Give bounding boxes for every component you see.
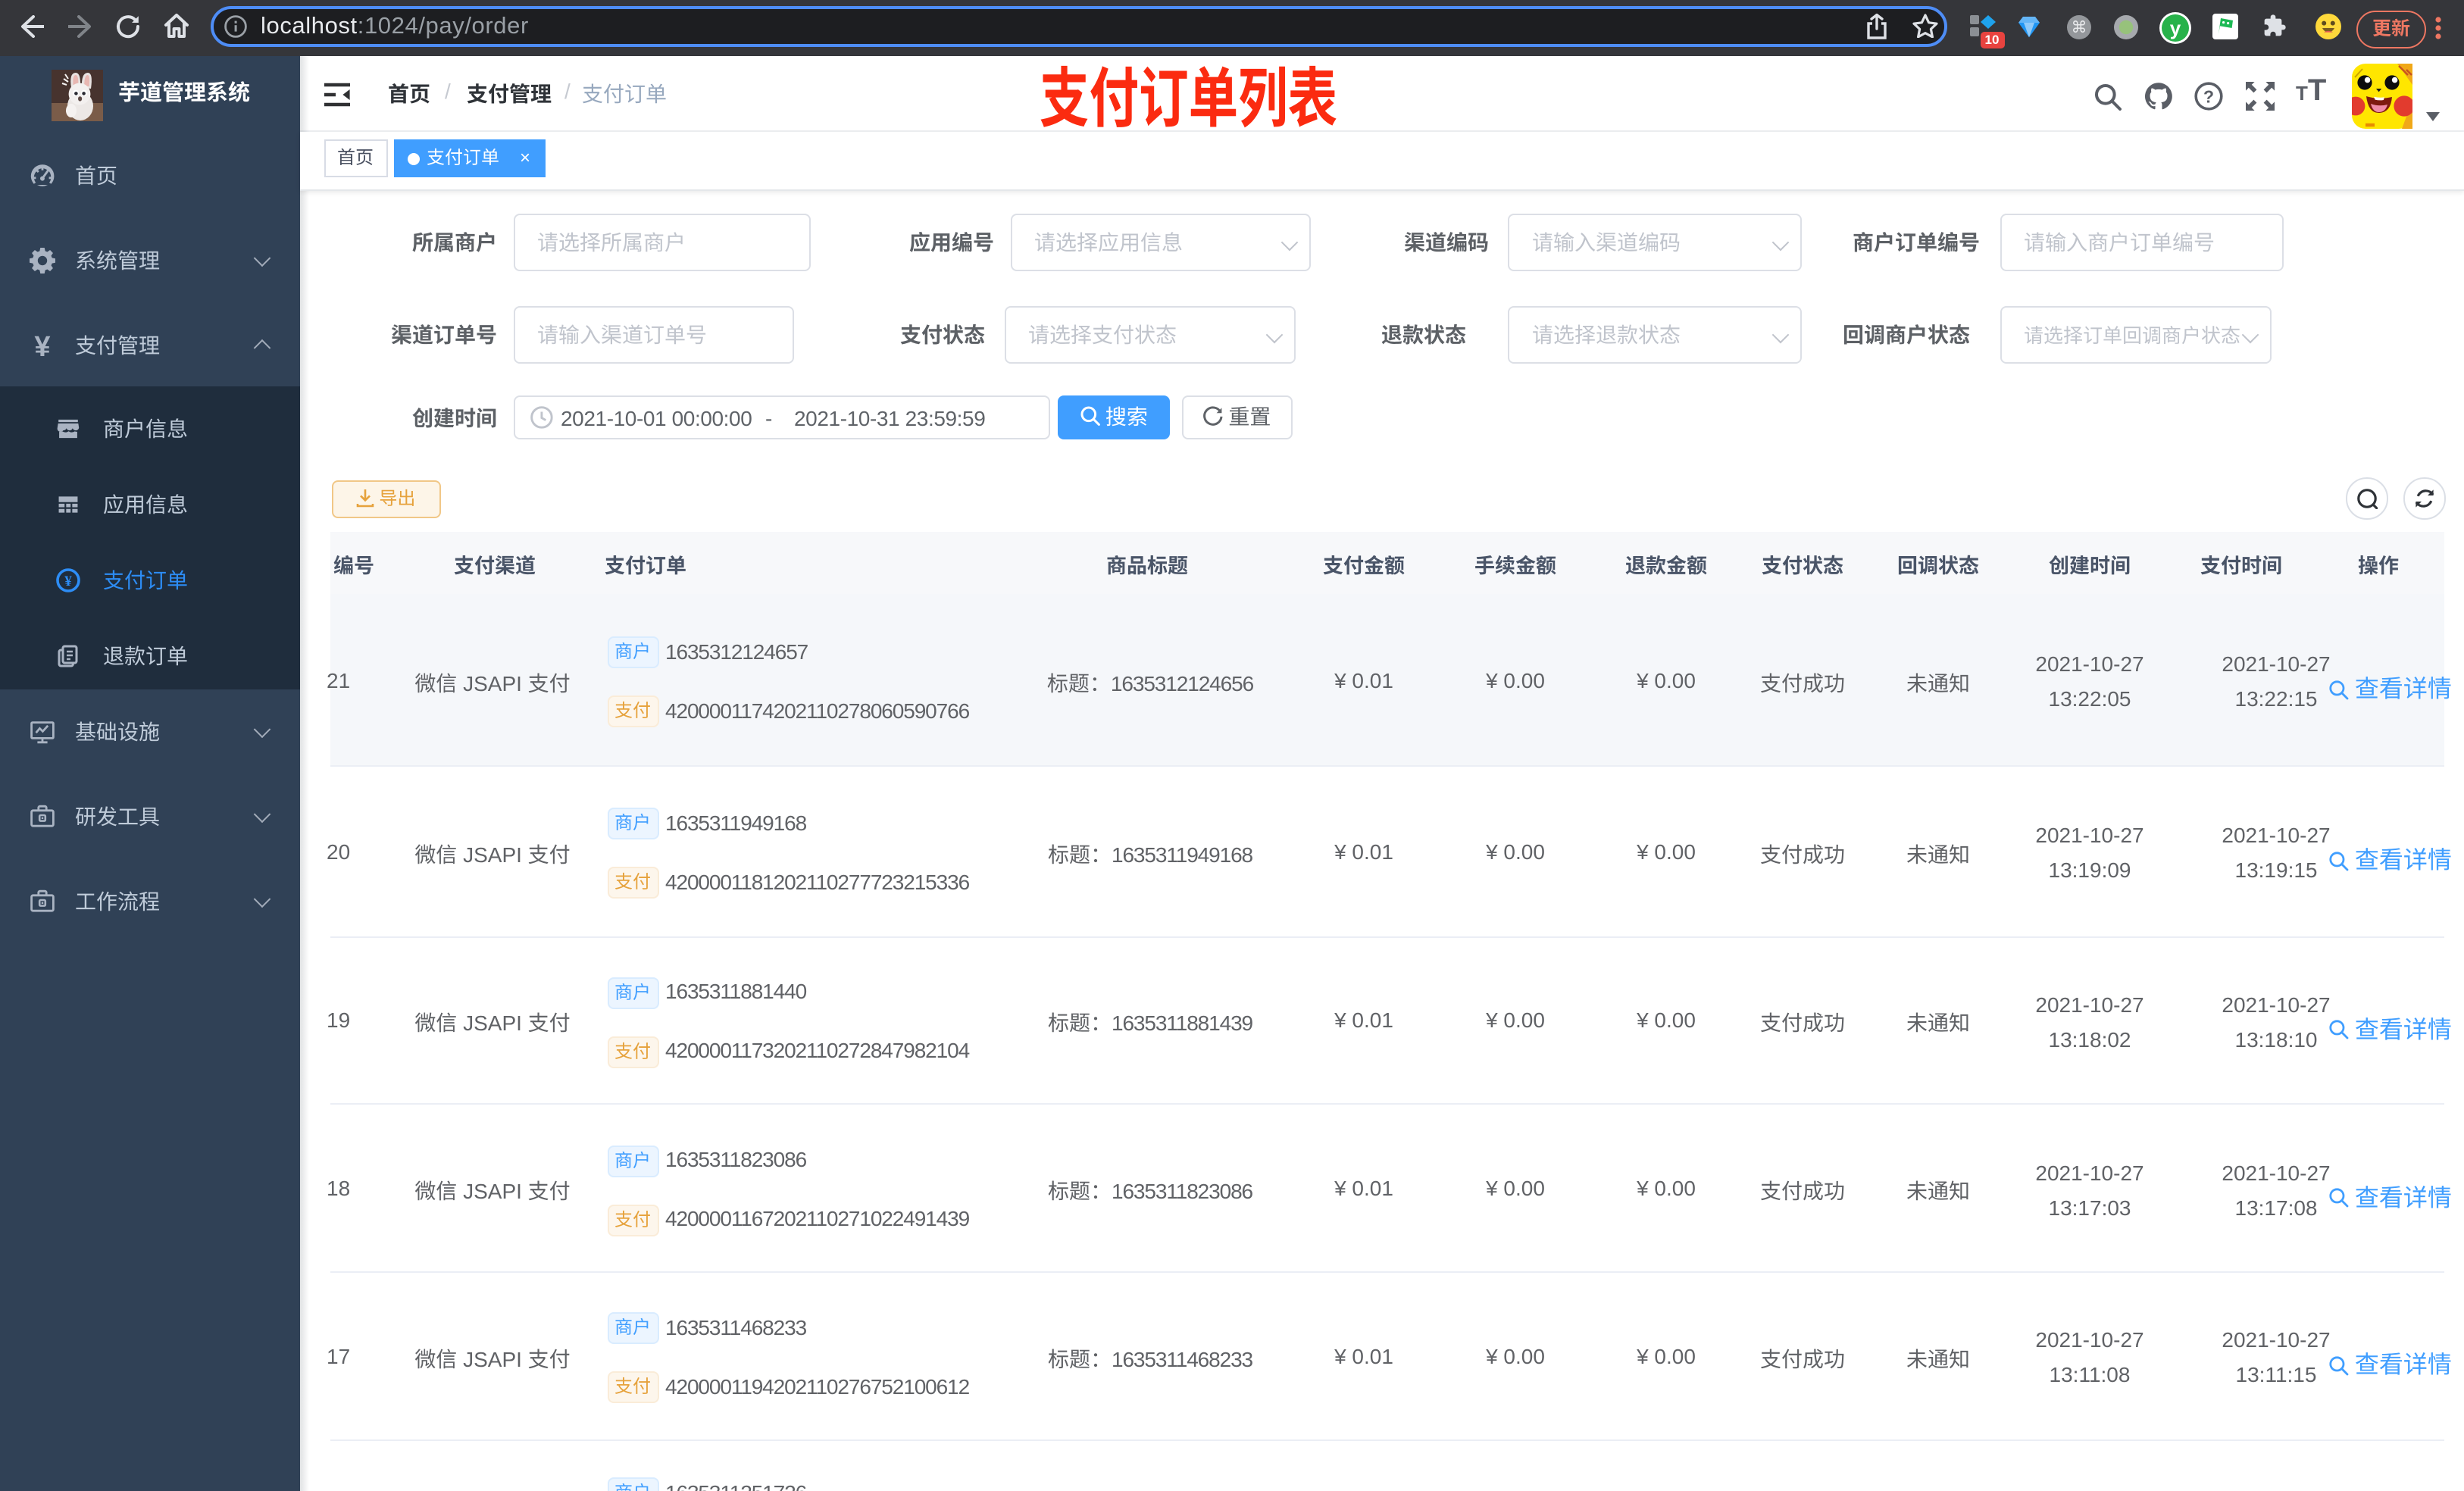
svg-text:⌘: ⌘ xyxy=(2072,19,2087,36)
svg-text:?: ? xyxy=(2203,87,2214,107)
svg-text:¥: ¥ xyxy=(64,570,72,590)
svg-text:y: y xyxy=(2170,17,2181,39)
